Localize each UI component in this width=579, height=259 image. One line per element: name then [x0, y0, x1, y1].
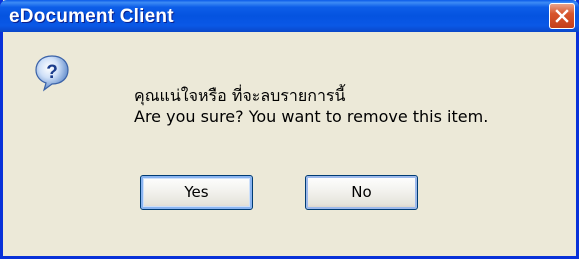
- question-icon: ?: [34, 54, 70, 92]
- message-thai: คุณแน่ใจหรือ ที่จะลบรายการนี้: [134, 86, 346, 105]
- svg-text:?: ?: [46, 62, 58, 83]
- close-icon: [555, 9, 569, 23]
- close-button[interactable]: [549, 3, 575, 29]
- message-english: Are you sure? You want to remove this it…: [134, 107, 489, 126]
- yes-button[interactable]: Yes: [140, 175, 253, 210]
- no-button[interactable]: No: [305, 175, 418, 210]
- dialog-message: คุณแน่ใจหรือ ที่จะลบรายการนี้ Are you su…: [134, 85, 488, 127]
- title-bar[interactable]: eDocument Client: [0, 0, 579, 32]
- dialog-window: eDocument Client: [0, 0, 579, 259]
- dialog-title: eDocument Client: [9, 6, 174, 27]
